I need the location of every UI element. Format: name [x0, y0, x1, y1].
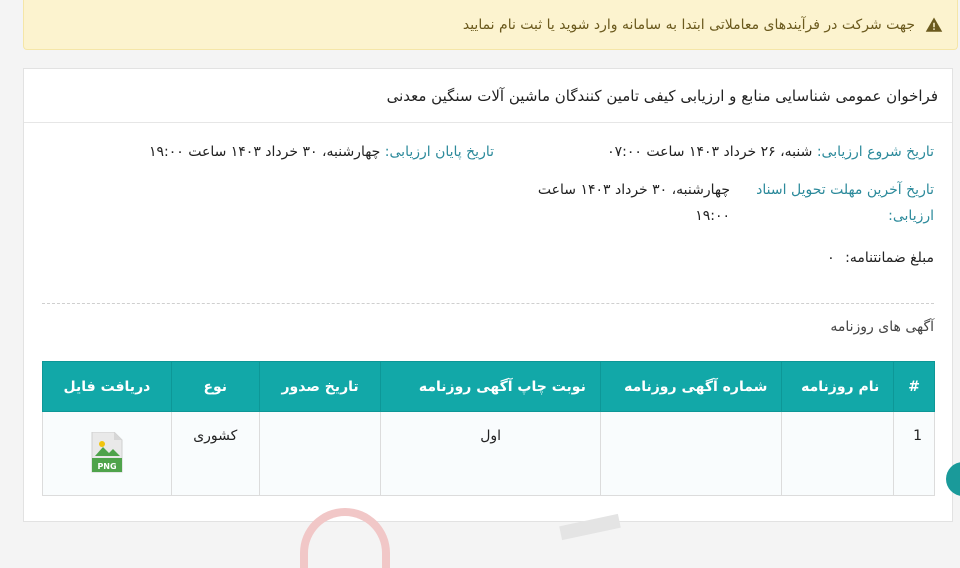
end-date-value: چهارشنبه، ۳۰ خرداد ۱۴۰۳ ساعت ۱۹:۰۰	[148, 144, 381, 160]
alert-text: جهت شرکت در فرآیندهای معاملاتی ابتدا به …	[462, 16, 915, 33]
ads-section-title: آگهی های روزنامه	[830, 319, 934, 335]
tender-title: فراخوان عمومی شناسایی منابع و ارزیابی کی…	[24, 69, 952, 123]
row-file: PNG	[42, 411, 172, 496]
col-index: #	[893, 361, 935, 412]
col-type: نوع	[170, 361, 260, 412]
ads-table: # نام روزنامه شماره آگهی روزنامه نوبت چا…	[42, 361, 935, 496]
col-ad-number: شماره آگهی روزنامه	[599, 361, 783, 412]
start-date-label: تاریخ شروع ارزیابی:	[816, 144, 934, 160]
warning-icon	[925, 17, 943, 32]
ads-table-header: # نام روزنامه شماره آگهی روزنامه نوبت چا…	[42, 361, 935, 412]
col-print-round: نوبت چاپ آگهی روزنامه	[380, 361, 601, 412]
col-issue-date: تاریخ صدور	[258, 361, 382, 412]
deadline-label: تاریخ آخرین مهلت تحویل اسناد ارزیابی:	[756, 182, 934, 224]
guarantee-value: ۰	[827, 250, 835, 266]
end-date-label: تاریخ پایان ارزیابی:	[384, 144, 494, 160]
deadline-value: چهارشنبه، ۳۰ خرداد ۱۴۰۳ ساعت ۱۹:۰۰	[537, 182, 730, 224]
tender-card: فراخوان عمومی شناسایی منابع و ارزیابی کی…	[23, 68, 953, 522]
row-issue-date	[258, 411, 382, 496]
col-newspaper: نام روزنامه	[781, 361, 895, 412]
png-file-icon[interactable]: PNG	[90, 431, 124, 474]
start-date-value: شنبه، ۲۶ خرداد ۱۴۰۳ ساعت ۰۷:۰۰	[607, 144, 813, 160]
table-row: 1 اول کشوری PNG	[42, 411, 935, 496]
login-alert: جهت شرکت در فرآیندهای معاملاتی ابتدا به …	[23, 0, 958, 50]
row-print-round: اول	[380, 411, 601, 496]
col-file: دریافت فایل	[42, 361, 172, 412]
start-date-row: تاریخ شروع ارزیابی: شنبه، ۲۶ خرداد ۱۴۰۳ …	[607, 139, 934, 165]
divider	[42, 303, 934, 304]
row-type: کشوری	[170, 411, 260, 496]
row-index: 1	[893, 411, 935, 496]
end-date-row: تاریخ پایان ارزیابی: چهارشنبه، ۳۰ خرداد …	[149, 139, 494, 165]
row-newspaper	[781, 411, 895, 496]
png-badge: PNG	[97, 462, 116, 471]
row-ad-number	[599, 411, 783, 496]
guarantee-row: مبلغ ضمانتنامه: ۰	[827, 245, 934, 271]
guarantee-label: مبلغ ضمانتنامه:	[845, 250, 934, 266]
